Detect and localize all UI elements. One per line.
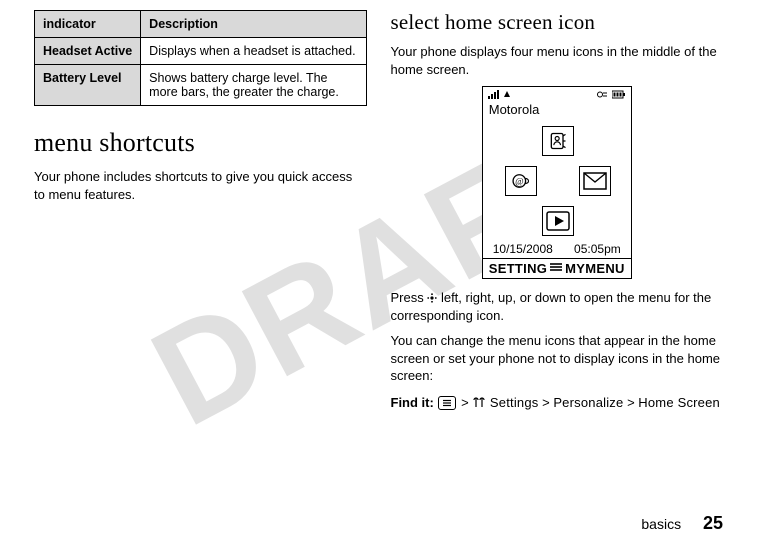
cell-description: Shows battery charge level. The more bar… <box>141 65 366 106</box>
press-instruction: Press left, right, up, or down to open t… <box>391 289 724 324</box>
press-suffix: left, right, up, or down to open the men… <box>391 290 712 323</box>
data-icon <box>597 90 609 101</box>
path-home-screen: Home Screen <box>638 395 720 410</box>
right-column: select home screen icon Your phone displ… <box>391 10 724 412</box>
path-personalize: Personalize <box>553 395 623 410</box>
phone-date: 10/15/2008 <box>493 242 553 256</box>
footer-section: basics <box>641 516 681 532</box>
indicator-table: indicator Description Headset Active Dis… <box>34 10 367 106</box>
find-it-line: Find it: > Settings > Personalize > Home… <box>391 395 724 412</box>
left-column: indicator Description Headset Active Dis… <box>34 10 367 412</box>
path-settings: Settings <box>490 395 539 410</box>
change-instruction: You can change the menu icons that appea… <box>391 332 724 385</box>
home-icon-contacts <box>542 126 574 156</box>
table-row: Battery Level Shows battery charge level… <box>35 65 367 106</box>
phone-time: 05:05pm <box>574 242 621 256</box>
th-indicator: indicator <box>35 11 141 38</box>
battery-icon <box>612 90 626 101</box>
signal-icon <box>488 90 502 101</box>
phone-brand: Motorola <box>483 102 631 118</box>
phone-screen: Motorola @ 10/15/2008 <box>482 86 632 279</box>
settings-icon <box>472 396 486 412</box>
cell-description: Displays when a headset is attached. <box>141 38 366 65</box>
table-row: Headset Active Displays when a headset i… <box>35 38 367 65</box>
find-it-label: Find it: <box>391 395 434 410</box>
home-icon-messages <box>579 166 611 196</box>
th-description: Description <box>141 11 366 38</box>
footer-page-number: 25 <box>703 513 723 533</box>
softkey-left: SETTING <box>489 261 547 276</box>
menu-key-icon <box>438 396 456 410</box>
svg-text:@: @ <box>515 176 523 186</box>
softkey-menu-icon <box>549 262 563 275</box>
cell-indicator: Headset Active <box>35 38 141 65</box>
status-bar <box>483 87 631 102</box>
page-footer: basics 25 <box>641 513 723 534</box>
menu-shortcuts-body: Your phone includes shortcuts to give yo… <box>34 168 367 203</box>
press-prefix: Press <box>391 290 428 305</box>
intro-text: Your phone displays four menu icons in t… <box>391 43 724 78</box>
ring-icon <box>502 90 512 101</box>
heading-menu-shortcuts: menu shortcuts <box>34 128 367 158</box>
softkey-right: MYMENU <box>565 261 625 276</box>
nav-key-icon <box>427 290 437 300</box>
home-icons-grid: @ <box>483 122 631 242</box>
home-icon-media <box>542 206 574 236</box>
heading-select-home-screen-icon: select home screen icon <box>391 10 724 35</box>
home-icon-web: @ <box>505 166 537 196</box>
cell-indicator: Battery Level <box>35 65 141 106</box>
